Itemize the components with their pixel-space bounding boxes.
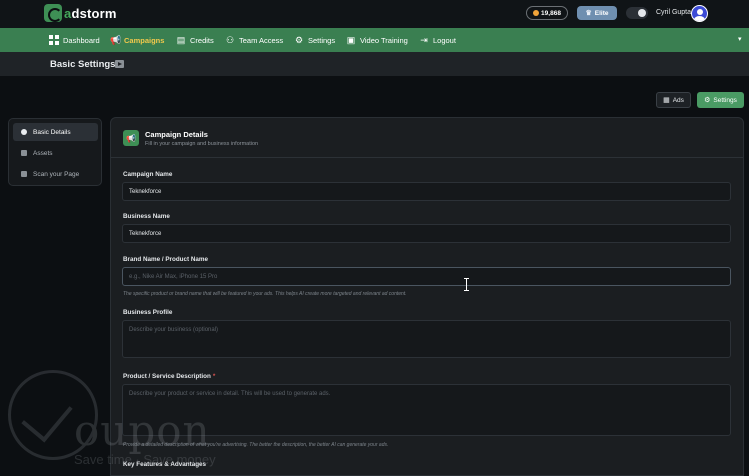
moon-icon: [638, 9, 646, 17]
gear-icon: ⚙: [294, 35, 304, 45]
step-assets[interactable]: Assets: [13, 144, 98, 162]
business-profile-textarea[interactable]: Describe your business (optional): [122, 320, 731, 358]
key-features-label: Key Features & Advantages: [123, 461, 207, 468]
logo-text: adstorm: [64, 5, 117, 21]
plan-label: Elite: [594, 9, 609, 17]
credits-value: 19,868: [541, 9, 561, 17]
gear-icon: ⚙: [704, 97, 711, 104]
watermark-circle-icon: [8, 370, 98, 460]
campaign-details-card: 📢 Campaign Details Fill in your campaign…: [110, 117, 744, 476]
scan-icon: [21, 171, 27, 177]
ads-icon: ▦: [663, 97, 670, 104]
team-icon: ⚇: [225, 35, 235, 45]
crown-icon: ♛: [585, 10, 592, 17]
card-header: 📢 Campaign Details Fill in your campaign…: [111, 118, 743, 158]
business-name-input[interactable]: Teknekforce: [122, 224, 731, 243]
plan-badge[interactable]: ♛ Elite: [577, 6, 617, 20]
video-icon: ▣: [346, 35, 356, 45]
business-name-label: Business Name: [123, 213, 170, 220]
text-cursor-icon: [464, 278, 470, 291]
nav-settings[interactable]: ⚙ Settings: [294, 33, 335, 47]
chevron-down-icon[interactable]: ▾: [738, 35, 742, 43]
steps-sidebar: Basic Details Assets Scan your Page: [8, 118, 102, 186]
nav-campaigns[interactable]: 📢 Campaigns: [110, 33, 164, 47]
nav-team-access[interactable]: ⚇ Team Access: [225, 33, 283, 47]
theme-toggle[interactable]: [626, 7, 648, 19]
user-name[interactable]: Cyril Gupta: [656, 9, 691, 16]
ads-button[interactable]: ▦ Ads: [656, 92, 691, 108]
coin-icon: [533, 10, 540, 16]
megaphone-icon: 📢: [110, 35, 122, 45]
avatar[interactable]: [691, 5, 708, 22]
product-description-help: Provide a detailed description of what y…: [123, 442, 389, 448]
card-title: Campaign Details: [145, 130, 208, 139]
brand-name-input[interactable]: e.g., Nike Air Max, iPhone 15 Pro: [122, 267, 731, 286]
top-bar: adstorm 19,868 ♛ Elite Cyril Gupta: [0, 0, 749, 28]
page-header: Basic Settings: [0, 52, 749, 76]
credits-balance[interactable]: 19,868: [526, 6, 568, 20]
dashboard-icon: [49, 35, 59, 45]
business-profile-label: Business Profile: [123, 309, 173, 316]
logo-icon: [44, 4, 62, 22]
campaign-name-input[interactable]: Teknekforce: [122, 182, 731, 201]
card-subtitle: Fill in your campaign and business infor…: [145, 141, 259, 147]
page-title: Basic Settings: [50, 59, 116, 70]
nav-logout[interactable]: ⇥ Logout: [419, 33, 456, 47]
credits-icon: ▤: [176, 35, 186, 45]
nav-video-training[interactable]: ▣ Video Training: [346, 33, 408, 47]
step-basic-details[interactable]: Basic Details: [13, 123, 98, 141]
product-description-label: Product / Service Description *: [123, 373, 216, 380]
nav-credits[interactable]: ▤ Credits: [176, 33, 214, 47]
megaphone-icon: 📢: [123, 130, 139, 146]
dot-icon: [21, 129, 27, 135]
image-icon: [21, 150, 27, 156]
brand-name-help: The specific product or brand name that …: [123, 291, 407, 297]
app-logo[interactable]: adstorm: [44, 4, 117, 22]
step-scan-page[interactable]: Scan your Page: [13, 165, 98, 183]
product-description-textarea[interactable]: Describe your product or service in deta…: [122, 384, 731, 436]
settings-button[interactable]: ⚙ Settings: [697, 92, 744, 108]
campaign-name-label: Campaign Name: [123, 171, 173, 178]
brand-name-label: Brand Name / Product Name: [123, 256, 209, 263]
required-mark: *: [212, 373, 216, 380]
nav-dashboard[interactable]: Dashboard: [49, 33, 100, 47]
main-nav: Dashboard 📢 Campaigns ▤ Credits ⚇ Team A…: [0, 28, 749, 52]
watermark-check-icon: [21, 389, 73, 443]
play-video-icon[interactable]: [115, 60, 124, 68]
logout-icon: ⇥: [420, 35, 428, 45]
